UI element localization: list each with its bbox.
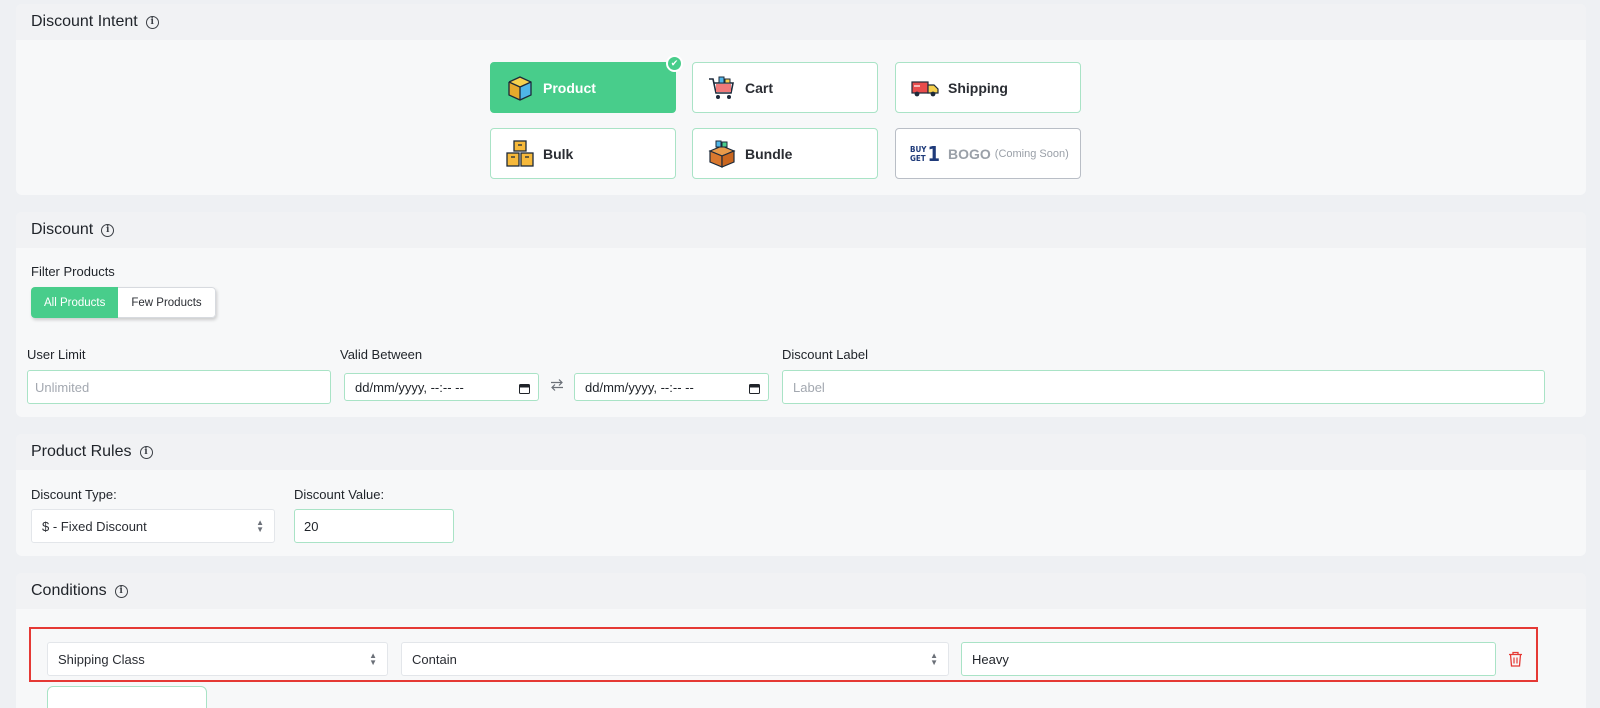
section-title: Conditions [31, 582, 107, 599]
select-arrows-icon: ▲ ▼ [930, 651, 938, 667]
discount-label-label: Discount Label [782, 347, 868, 362]
discount-intent-header: Discount Intent i [16, 4, 1586, 40]
product-rules-header: Product Rules i [16, 434, 1586, 470]
buy-get-1-icon: BUY GET 1 [910, 139, 940, 169]
calendar-icon[interactable] [749, 383, 760, 394]
valid-to-value: dd/mm/yyyy, --:-- -- [585, 379, 694, 395]
discount-type-label: Discount Type: [31, 487, 117, 502]
discount-type-select[interactable]: $ - Fixed Discount ▲ ▼ [31, 509, 275, 543]
discount-value: 20 [304, 518, 319, 534]
product-box-icon [505, 73, 535, 103]
delete-condition-icon[interactable] [1508, 651, 1523, 672]
tile-label: Product [543, 79, 596, 96]
discount-label-placeholder: Label [793, 379, 825, 395]
valid-to-date-input[interactable]: dd/mm/yyyy, --:-- -- [574, 373, 769, 401]
intent-tile-bogo: BUY GET 1 BOGO (Coming Soon) [895, 128, 1081, 179]
info-icon[interactable]: i [114, 584, 128, 598]
tile-label: Bulk [543, 145, 574, 162]
filter-products-label: Filter Products [31, 264, 115, 279]
discount-value-label: Discount Value: [294, 487, 385, 502]
discount-type-value: $ - Fixed Discount [42, 518, 147, 534]
tile-label: BOGO [948, 145, 991, 162]
filter-few-products-button[interactable]: Few Products [118, 287, 216, 318]
section-title: Discount [31, 221, 94, 238]
intent-tile-bundle[interactable]: Bundle [692, 128, 878, 179]
swap-dates-icon[interactable] [550, 378, 564, 397]
bulk-boxes-icon [505, 139, 535, 169]
calendar-icon[interactable] [519, 383, 530, 394]
tile-label: Cart [745, 79, 774, 96]
intent-tile-shipping[interactable]: Shipping [895, 62, 1081, 113]
bogo-icon-number: 1 [927, 141, 941, 166]
valid-between-label: Valid Between [340, 347, 423, 362]
filter-products-toggle: All Products Few Products [31, 287, 216, 318]
intent-tile-cart[interactable]: Cart [692, 62, 878, 113]
condition-value-input[interactable]: Heavy [961, 642, 1496, 676]
user-limit-placeholder: Unlimited [35, 379, 90, 395]
cart-icon [707, 73, 737, 103]
select-arrows-icon: ▲ ▼ [369, 651, 377, 667]
info-icon[interactable]: i [145, 15, 159, 29]
intent-tile-product[interactable]: Product ✔ [490, 55, 683, 113]
discount-header: Discount i [16, 212, 1586, 248]
condition-value: Heavy [972, 651, 1009, 667]
bundle-box-icon [707, 139, 737, 169]
tile-label: Bundle [745, 145, 793, 162]
condition-operator-value: Contain [412, 651, 457, 667]
valid-from-value: dd/mm/yyyy, --:-- -- [355, 379, 464, 395]
intent-tile-bulk[interactable]: Bulk [490, 128, 676, 179]
tile-label: Shipping [948, 79, 1008, 96]
coming-soon-note: (Coming Soon) [994, 147, 1069, 160]
filter-all-products-button[interactable]: All Products [31, 287, 119, 318]
discount-label-input[interactable]: Label [782, 370, 1545, 404]
condition-field-select[interactable]: Shipping Class ▲ ▼ [47, 642, 388, 676]
select-arrows-icon: ▲ ▼ [256, 518, 264, 534]
valid-from-date-input[interactable]: dd/mm/yyyy, --:-- -- [344, 373, 539, 401]
conditions-header: Conditions i [16, 573, 1586, 609]
discount-value-input[interactable]: 20 [294, 509, 454, 543]
selected-check-icon: ✔ [666, 55, 683, 72]
condition-field-value: Shipping Class [58, 651, 145, 667]
bogo-icon-line2: GET [909, 153, 926, 163]
user-limit-input[interactable]: Unlimited [27, 370, 331, 404]
shipping-truck-icon [910, 73, 940, 103]
info-icon[interactable]: i [101, 223, 115, 237]
condition-operator-select[interactable]: Contain ▲ ▼ [401, 642, 949, 676]
section-title: Discount Intent [31, 13, 138, 30]
info-icon[interactable]: i [139, 445, 153, 459]
user-limit-label: User Limit [27, 347, 86, 362]
section-title: Product Rules [31, 443, 132, 460]
add-condition-button-partial[interactable] [47, 686, 207, 708]
bogo-icon-line1: BUY [909, 144, 927, 154]
